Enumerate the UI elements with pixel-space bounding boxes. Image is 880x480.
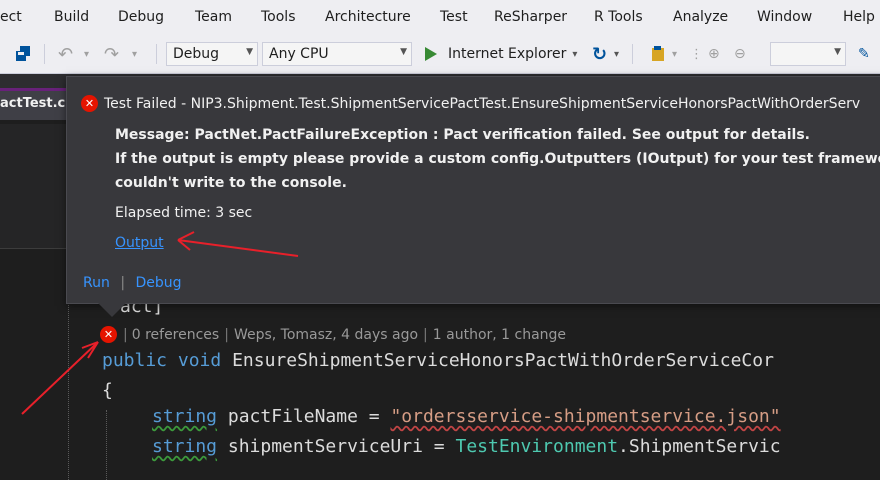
popup-title: Test Failed - NIP3.Shipment.Test.Shipmen… [104, 95, 861, 112]
undo-icon[interactable]: ↶ [58, 34, 73, 73]
type-string: string [152, 436, 218, 457]
pin-icon[interactable]: ✎ [858, 34, 870, 73]
run-target-label: Internet Explorer [448, 46, 567, 62]
chevron-down-icon: ▼ [400, 47, 407, 57]
codelens-authors[interactable]: Weps, Tomasz, 4 days ago [234, 327, 418, 343]
menu-window[interactable]: Window [757, 9, 812, 25]
menu-analyze[interactable]: Analyze [673, 9, 728, 25]
toolbar: ↶ ▾ ↷ ▾ Debug ▼ Any CPU ▼ Internet Explo… [0, 34, 880, 74]
configuration-dropdown[interactable]: Debug ▼ [166, 42, 258, 66]
chevron-down-icon[interactable]: ▾ [614, 34, 619, 73]
failure-message-line2: If the output is empty please provide a … [115, 151, 880, 167]
test-failed-icon: ✕ [81, 95, 98, 112]
margin-divider [0, 248, 66, 249]
failure-message: Message: PactNet.PactFailureException : … [115, 127, 810, 143]
run-link[interactable]: Run [83, 275, 110, 291]
pact-file-line: string pactFileName = "ordersservice-shi… [152, 406, 781, 427]
platform-value: Any CPU [269, 46, 329, 62]
service-uri-line: string shipmentServiceUri = TestEnvironm… [152, 436, 781, 457]
menu-bar: ect Build Debug Team Tools Architecture … [0, 0, 880, 34]
zoom-dropdown[interactable]: ▼ [770, 42, 846, 66]
indent-guide [106, 410, 107, 480]
redo-dropdown-icon[interactable]: ▾ [132, 34, 137, 73]
menu-architecture[interactable]: Architecture [325, 9, 411, 25]
popup-actions: Run | Debug [83, 275, 182, 291]
output-link[interactable]: Output [115, 235, 164, 251]
editor-margin [0, 124, 66, 248]
menu-resharper[interactable]: ReSharper [494, 9, 567, 25]
undo-dropdown-icon[interactable]: ▾ [84, 34, 89, 73]
elapsed-time: Elapsed time: 3 sec [115, 205, 253, 221]
document-tab-title: actTest.c [0, 96, 66, 111]
chevron-down-icon: ▼ [834, 47, 841, 57]
failure-message-line3: couldn't write to the console. [115, 175, 347, 191]
menu-project[interactable]: ect [0, 9, 22, 25]
menu-build[interactable]: Build [54, 9, 89, 25]
chevron-down-icon: ▾ [572, 48, 578, 60]
platform-dropdown[interactable]: Any CPU ▼ [262, 42, 412, 66]
play-icon [425, 47, 437, 61]
codelens-references[interactable]: 0 references [132, 327, 220, 343]
zoom-in-icon[interactable]: ⊕ [708, 34, 720, 73]
start-debugging-button[interactable]: Internet Explorer ▾ [424, 34, 578, 73]
class-test-environment: TestEnvironment [455, 436, 619, 457]
var-pact-file-name: pactFileName [227, 406, 358, 427]
open-brace-line: { [102, 380, 113, 401]
keyword-public: public [102, 350, 168, 371]
codelens-changes[interactable]: 1 author, 1 change [433, 327, 566, 343]
type-string: string [152, 406, 218, 427]
codelens-bar: ✕ | 0 references | Weps, Tomasz, 4 days … [100, 326, 566, 343]
zoom-out-icon[interactable]: ⊖ [734, 34, 746, 73]
menu-rtools[interactable]: R Tools [594, 9, 643, 25]
chevron-down-icon: ▼ [246, 47, 253, 57]
method-signature-line: public void EnsureShipmentServiceHonorsP… [102, 350, 774, 371]
refresh-icon[interactable]: ↻ [592, 34, 607, 73]
find-in-files-icon[interactable] [650, 34, 668, 73]
debug-link[interactable]: Debug [135, 275, 181, 291]
overflow-icon[interactable]: ▾ [672, 34, 677, 73]
redo-icon[interactable]: ↷ [104, 34, 119, 73]
configuration-value: Debug [173, 46, 220, 62]
method-name: EnsureShipmentServiceHonorsPactWithOrder… [232, 350, 774, 371]
var-service-uri: shipmentServiceUri [227, 436, 423, 457]
popup-pointer [98, 303, 126, 317]
menu-tools[interactable]: Tools [261, 9, 296, 25]
save-all-icon[interactable] [14, 34, 32, 73]
string-literal: "ordersservice-shipmentservice.json" [390, 406, 781, 427]
menu-debug[interactable]: Debug [118, 9, 164, 25]
grip-icon: ⋮ [690, 46, 703, 62]
test-result-popup: ✕ Test Failed - NIP3.Shipment.Test.Shipm… [66, 76, 880, 304]
keyword-void: void [177, 350, 222, 371]
document-tab[interactable]: actTest.c [0, 88, 66, 122]
test-failed-icon[interactable]: ✕ [100, 326, 117, 343]
popup-title-row: ✕ Test Failed - NIP3.Shipment.Test.Shipm… [81, 95, 860, 112]
menu-team[interactable]: Team [195, 9, 232, 25]
menu-help[interactable]: Help [843, 9, 875, 25]
menu-test[interactable]: Test [440, 9, 468, 25]
